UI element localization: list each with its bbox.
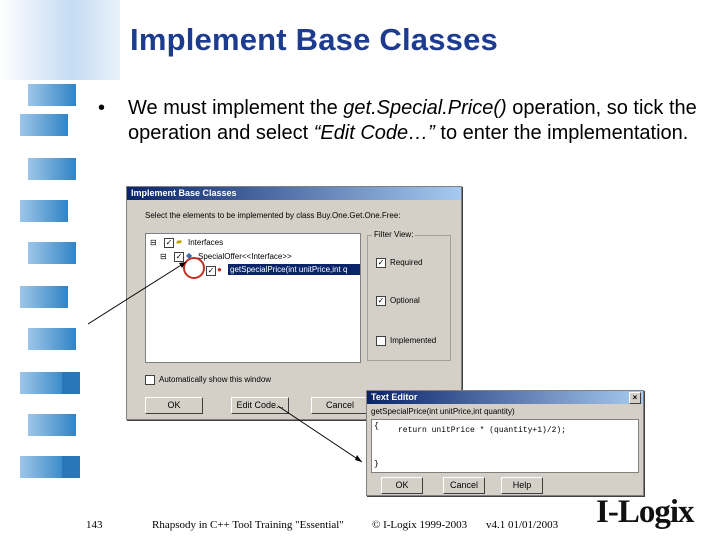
callout-arrows	[87, 261, 363, 463]
arrowhead	[355, 455, 362, 462]
copyright: © I-Logix 1999-2003	[372, 519, 468, 531]
page-number: 143	[86, 519, 103, 531]
arrow-to-checkbox	[87, 261, 187, 325]
course-name: Rhapsody in C++ Tool Training "Essential…	[152, 519, 344, 531]
arrowhead	[179, 262, 186, 268]
version: v4.1 01/01/2003	[486, 519, 559, 531]
arrow-to-editor	[277, 405, 363, 463]
ilogix-logo: I-Logix	[596, 494, 695, 530]
